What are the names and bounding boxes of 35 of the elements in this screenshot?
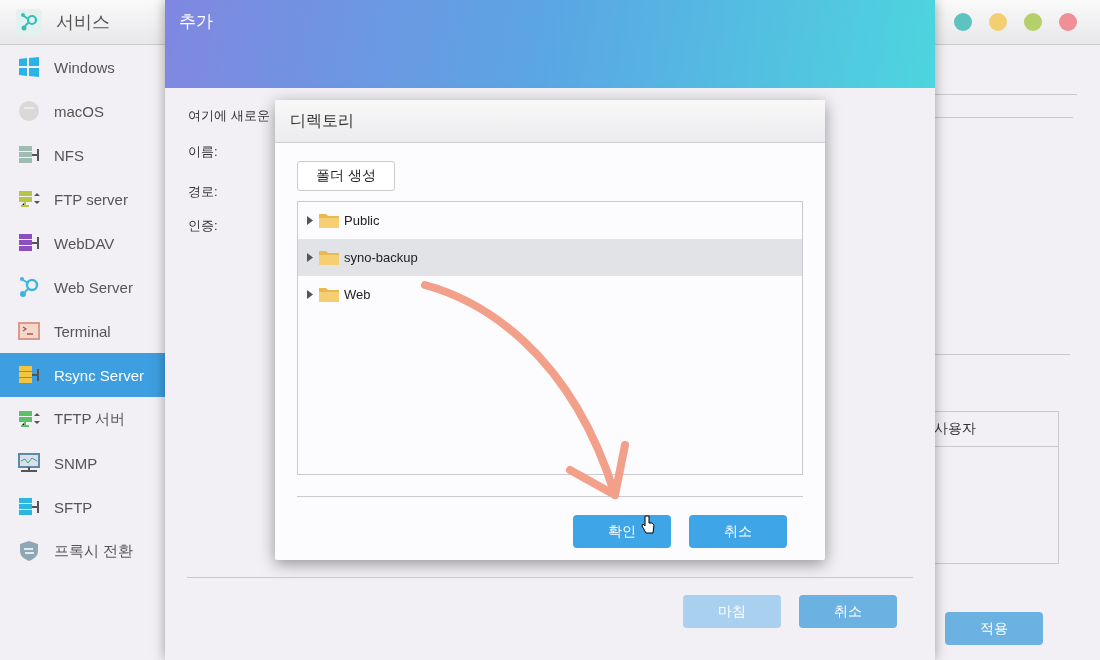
sidebar-item[interactable]: Web Server [0, 265, 165, 309]
app-logo-icon [16, 9, 42, 35]
create-folder-button[interactable]: 폴더 생성 [297, 161, 395, 191]
window-control-dot[interactable] [1024, 13, 1042, 31]
folder-icon [318, 249, 340, 266]
folder-row[interactable]: Public [298, 202, 802, 239]
caret-icon[interactable] [307, 290, 313, 299]
sidebar-item[interactable]: SNMP [0, 441, 165, 485]
caret-icon[interactable] [307, 253, 313, 262]
caret-icon[interactable] [307, 216, 313, 225]
sidebar-item[interactable]: Terminal [0, 309, 165, 353]
field-label: 이름: [188, 143, 218, 161]
dialog-title: 디렉토리 [290, 110, 354, 131]
sidebar-item[interactable]: SFTP [0, 485, 165, 529]
folder-icon [318, 286, 340, 303]
sidebar-item[interactable]: FTP server [0, 177, 165, 221]
folder-row[interactable]: syno-backup [298, 239, 802, 276]
folder-icon [318, 212, 340, 229]
sidebar-item[interactable]: 프록시 전환 [0, 529, 165, 573]
window-control-dot[interactable] [954, 13, 972, 31]
sidebar-item[interactable]: TFTP 서버 [0, 397, 165, 441]
field-label: 인증: [188, 217, 218, 235]
window-title: 서비스 [56, 11, 110, 34]
folder-row[interactable]: Web [298, 276, 802, 313]
dialog-title: 추가 [179, 12, 213, 31]
hand-cursor-icon [641, 515, 655, 535]
sidebar-item[interactable]: macOS [0, 89, 165, 133]
sidebar-item[interactable]: WebDAV [0, 221, 165, 265]
window-control-dot[interactable] [989, 13, 1007, 31]
window-control-dot[interactable] [1059, 13, 1077, 31]
sidebar-item[interactable]: Windows [0, 45, 165, 89]
intro-text: 여기에 새로운 [188, 107, 270, 125]
field-label: 경로: [188, 183, 218, 201]
sidebar-item[interactable]: NFS [0, 133, 165, 177]
column-header: 사용자 [934, 420, 976, 438]
